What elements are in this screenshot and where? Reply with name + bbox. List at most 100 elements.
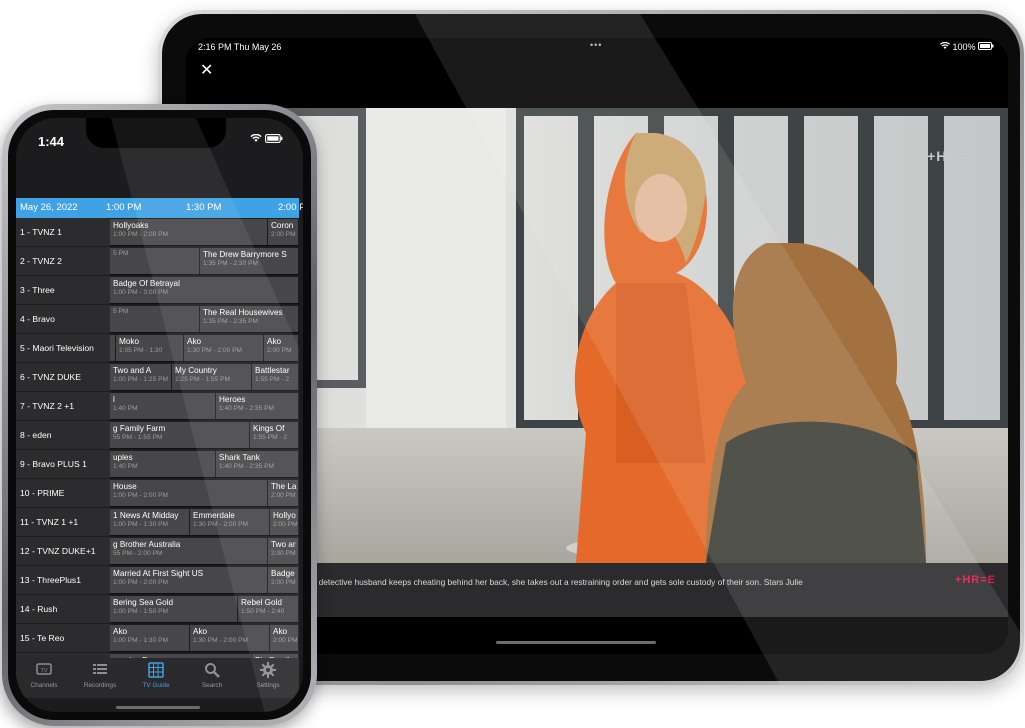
- program-cell[interactable]: The Real Housewives 1:35 PM - 2:35 PM: [200, 306, 299, 332]
- tv-guide-grid[interactable]: 1 - TVNZ 1 Hollyoaks 1:00 PM - 2:00 PM Coro…: [16, 218, 299, 658]
- program-cell[interactable]: Hollyo 2:00 PM: [270, 509, 299, 535]
- channel-watermark-logo: +HR=E: [927, 148, 978, 164]
- program-time: 1:00 PM - 1:50 PM: [113, 608, 168, 615]
- channel-name[interactable]: 10 - PRIME: [16, 479, 110, 507]
- program-cell[interactable]: Two and A 1:00 PM - 1:25 PM: [110, 364, 172, 390]
- tab-tv-guide[interactable]: TV Guide: [128, 662, 184, 689]
- program-cell[interactable]: Bering Sea Gold 1:00 PM - 1:50 PM: [110, 596, 238, 622]
- tab-channels[interactable]: TV Channels: [16, 662, 72, 689]
- guide-row: 11 - TVNZ 1 +1 1 News At Midday 1:00 PM - …: [16, 508, 299, 536]
- program-title: g Family Farm: [113, 424, 166, 433]
- channel-name[interactable]: 8 - eden: [16, 421, 110, 449]
- program-time: 1:05 PM - 1:30: [119, 347, 163, 354]
- channel-name[interactable]: 11 - TVNZ 1 +1: [16, 508, 110, 536]
- program-cell[interactable]: Badge 2:00 PM: [268, 567, 299, 593]
- program-cell[interactable]: Ako 1:30 PM - 2:00 PM: [184, 335, 264, 361]
- program-time: 1:40 PM: [113, 405, 138, 412]
- channel-name[interactable]: 9 - Bravo PLUS 1: [16, 450, 110, 478]
- program-title: Rebel Gold: [241, 598, 282, 607]
- channel-name[interactable]: 3 - Three: [16, 276, 110, 304]
- bottom-tab-bar: TV Channels Recordings TV Guide Search S…: [16, 658, 299, 698]
- program-title: House: [113, 482, 137, 491]
- program-cell[interactable]: Emmerdale 1:30 PM - 2:00 PM: [190, 509, 270, 535]
- program-cell[interactable]: 1 News At Midday 1:00 PM - 1:30 PM: [110, 509, 190, 535]
- program-cell[interactable]: g Family Farm 55 PM - 1:55 PM: [110, 422, 250, 448]
- channel-name[interactable]: 2 - TVNZ 2: [16, 247, 110, 275]
- program-cell[interactable]: Battlestar 1:55 PM - 2: [252, 364, 299, 390]
- tab-settings[interactable]: Settings: [240, 662, 296, 689]
- program-cell[interactable]: Married At First Sight US 1:00 PM - 2:00 …: [110, 567, 268, 593]
- program-title: 1 News At Midday: [113, 511, 179, 520]
- multitasking-dots-icon[interactable]: •••: [590, 40, 602, 50]
- tablet-status-bar: 2:16 PM Thu May 26 ••• 100%: [186, 38, 1008, 58]
- program-cell[interactable]: uples 1:40 PM: [110, 451, 216, 477]
- program-title: Married At First Sight US: [113, 569, 204, 578]
- tab-label: Search: [201, 682, 223, 689]
- program-cell[interactable]: l 1:40 PM: [110, 393, 216, 419]
- program-title: Battlestar: [255, 366, 290, 375]
- program-cell[interactable]: g Brother Australia 55 PM - 2:00 PM: [110, 538, 268, 564]
- program-time: 2:00 PM: [271, 231, 296, 238]
- program-cell[interactable]: Moko 1:05 PM - 1:30: [116, 335, 184, 361]
- channel-name[interactable]: 7 - TVNZ 2 +1: [16, 392, 110, 420]
- battery-icon: [265, 134, 283, 146]
- program-cell[interactable]: Heroes 1:40 PM - 2:35 PM: [216, 393, 299, 419]
- program-time: 2:00 PM: [273, 521, 298, 528]
- phone-screen: 1:44 May 26, 2022 1:00 PM 1:30 PM 2:00 P…: [16, 118, 303, 712]
- list-icon: [72, 662, 128, 680]
- guide-date[interactable]: May 26, 2022: [20, 202, 78, 213]
- program-time: 55 PM - 2:00 PM: [113, 550, 163, 557]
- program-time: 5 PM: [113, 308, 129, 315]
- battery-percent: 100%: [952, 42, 976, 52]
- channel-name[interactable]: 5 - Maori Television: [16, 334, 110, 362]
- program-cell[interactable]: Ako 1:30 PM - 2:00 PM: [190, 625, 270, 651]
- program-time: 55 PM - 1:55 PM: [113, 434, 163, 441]
- program-cell[interactable]: Kings Of 1:55 PM - 2: [250, 422, 299, 448]
- program-cell[interactable]: Hollyoaks 1:00 PM - 2:00 PM: [110, 219, 268, 245]
- phone-home-indicator[interactable]: [116, 706, 200, 709]
- channel-name[interactable]: 1 - TVNZ 1: [16, 218, 110, 246]
- program-title: The La: [271, 482, 297, 491]
- close-player-button[interactable]: ✕: [200, 60, 213, 80]
- guide-row: 9 - Bravo PLUS 1 uples 1:40 PM Shark Tank 1:…: [16, 450, 299, 478]
- program-cell[interactable]: The La 2:00 PM: [268, 480, 299, 506]
- channel-name[interactable]: 15 - Te Reo: [16, 624, 110, 652]
- program-cell[interactable]: Rebel Gold 1:50 PM - 2:40: [238, 596, 299, 622]
- video-person-back: [706, 243, 926, 563]
- program-title: Shark Tank: [219, 453, 260, 462]
- program-cell[interactable]: 5 PM: [110, 306, 200, 332]
- phone-status-icons: [250, 133, 283, 146]
- tablet-home-indicator[interactable]: [496, 641, 656, 644]
- program-cell[interactable]: Two ar 2:00 PM: [268, 538, 299, 564]
- program-time: 1:40 PM - 2:35 PM: [219, 405, 274, 412]
- channel-name[interactable]: 13 - ThreePlus1: [16, 566, 110, 594]
- tab-recordings[interactable]: Recordings: [72, 662, 128, 689]
- program-title: Moko: [119, 337, 140, 346]
- program-title: Ako: [267, 337, 282, 346]
- program-cell[interactable]: Shark Tank 1:40 PM - 2:35 PM: [216, 451, 299, 477]
- guide-row: 2 - TVNZ 25 PM The Drew Barrymore S 1:35 P…: [16, 247, 299, 275]
- program-cell[interactable]: 5 PM: [110, 248, 200, 274]
- channel-name[interactable]: 4 - Bravo: [16, 305, 110, 333]
- program-cell[interactable]: Coron 2:00 PM: [268, 219, 299, 245]
- channel-name[interactable]: 6 - TVNZ DUKE: [16, 363, 110, 391]
- tab-search[interactable]: Search: [184, 662, 240, 689]
- channel-name[interactable]: 12 - TVNZ DUKE+1: [16, 537, 110, 565]
- program-title: Two ar: [271, 540, 296, 549]
- program-cell[interactable]: Ako 2:00 PM: [264, 335, 299, 361]
- program-cell[interactable]: Ako 2:00 PM: [270, 625, 299, 651]
- grid-icon: [128, 662, 184, 680]
- guide-row: 6 - TVNZ DUKE Two and A 1:00 PM - 1:25 PM M…: [16, 363, 299, 391]
- program-cell[interactable]: Badge Of Betrayal 1:00 PM - 3:00 PM: [110, 277, 299, 303]
- program-cell[interactable]: My Country 1:25 PM - 1:55 PM: [172, 364, 252, 390]
- program-cell[interactable]: Ako 1:00 PM - 1:30 PM: [110, 625, 190, 651]
- program-cell[interactable]: House 1:00 PM - 2:00 PM: [110, 480, 268, 506]
- program-cell[interactable]: The Drew Barrymore S 1:35 PM - 2:30 PM: [200, 248, 299, 274]
- wifi-icon: [939, 41, 953, 52]
- program-title: Badge Of Betrayal: [113, 279, 180, 288]
- program-time: 1:30 PM - 2:00 PM: [193, 521, 248, 528]
- program-title: Ako: [193, 627, 208, 636]
- tv-guide-header: May 26, 2022 1:00 PM 1:30 PM 2:00 P: [16, 198, 303, 218]
- channel-name[interactable]: 14 - Rush: [16, 595, 110, 623]
- program-time: 1:35 PM - 2:35 PM: [203, 318, 258, 325]
